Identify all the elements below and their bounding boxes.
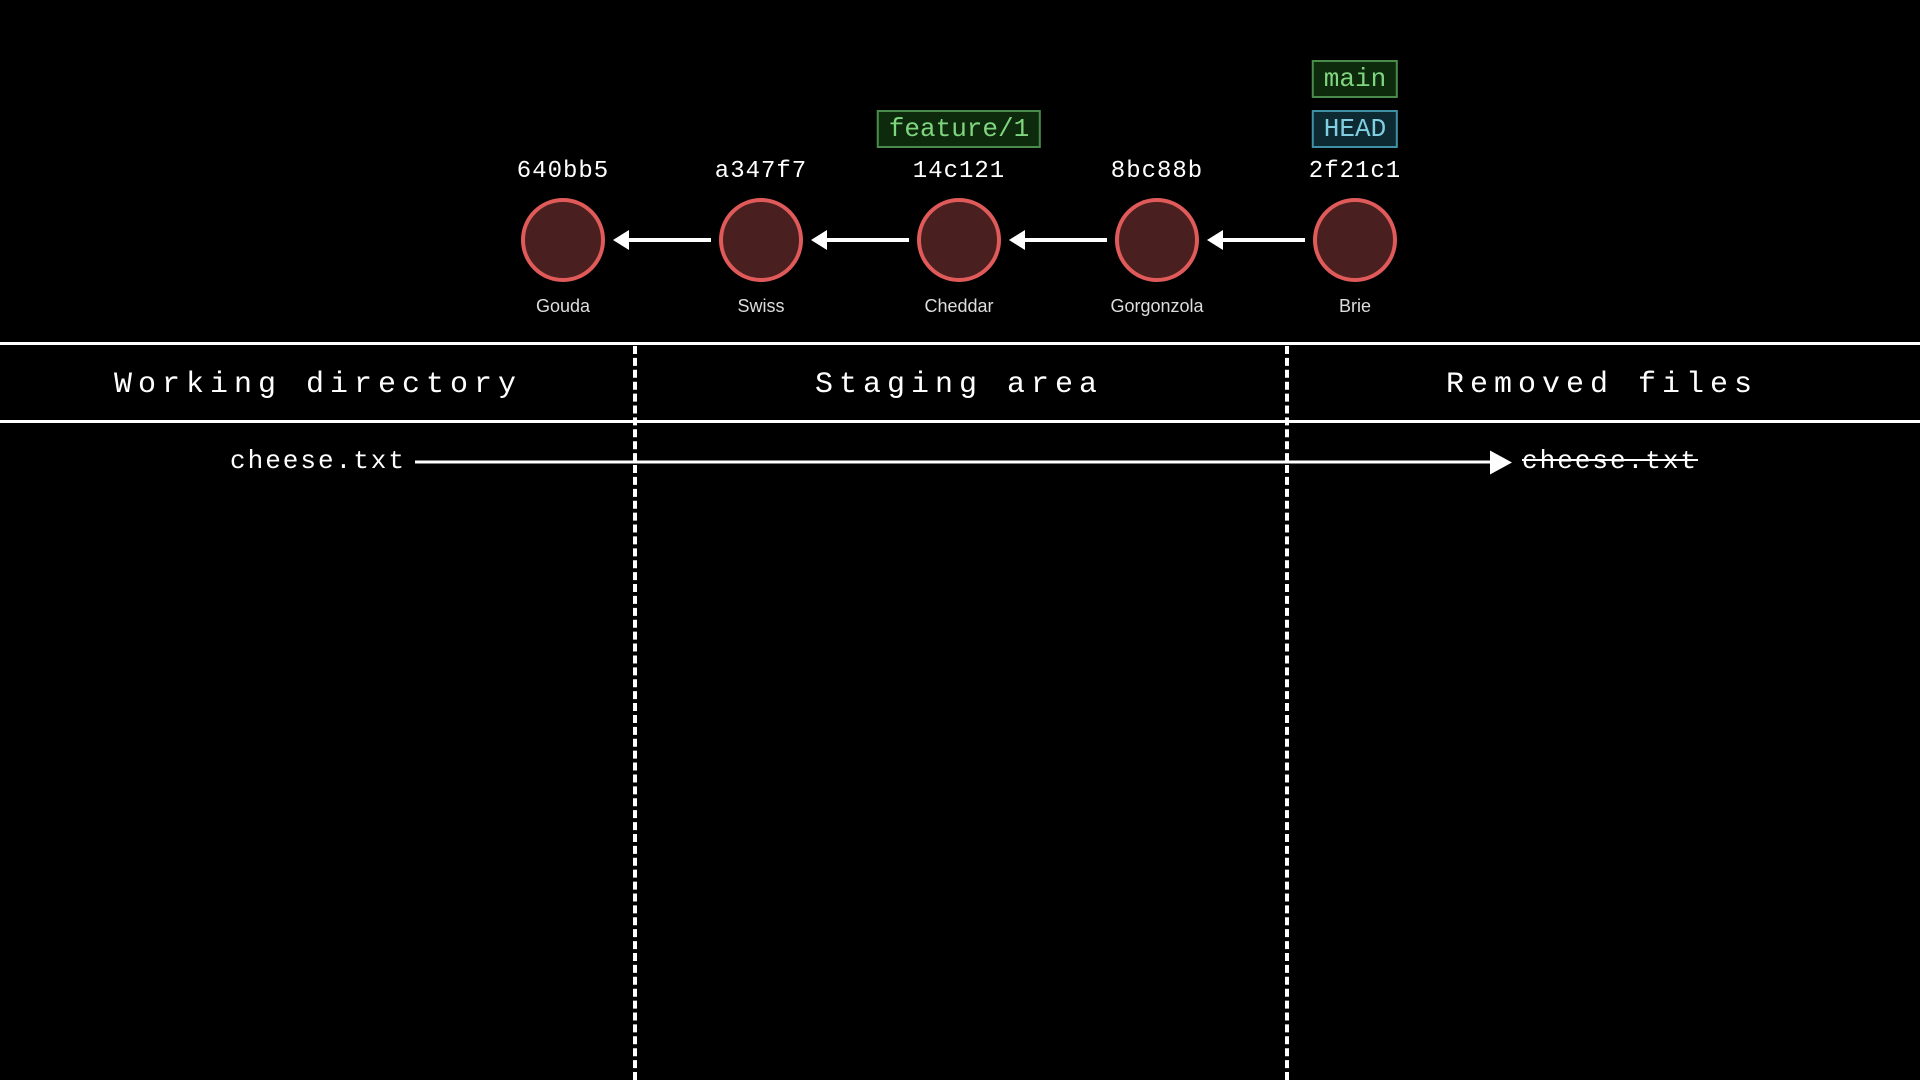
commit-node xyxy=(1313,198,1397,282)
branch-ref-label: feature/1 xyxy=(877,110,1041,148)
branch-ref-label: main xyxy=(1312,60,1398,98)
staging-area-title: Staging area xyxy=(815,368,1103,402)
parent-arrow-icon xyxy=(1221,238,1305,242)
commit-node xyxy=(1115,198,1199,282)
parent-arrow-icon xyxy=(1023,238,1107,242)
vertical-separator xyxy=(633,346,637,1080)
head-ref-label: HEAD xyxy=(1312,110,1398,148)
commit-message: Gouda xyxy=(536,296,590,317)
commit-hash: a347f7 xyxy=(715,158,807,185)
commit-message: Cheddar xyxy=(924,296,993,317)
commit-hash: 2f21c1 xyxy=(1309,158,1401,185)
commit-node xyxy=(719,198,803,282)
commit-hash: 640bb5 xyxy=(517,158,609,185)
commit-node xyxy=(521,198,605,282)
parent-arrow-icon xyxy=(825,238,909,242)
removed-files-title: Removed files xyxy=(1446,368,1758,402)
working-directory-title: Working directory xyxy=(114,368,522,402)
divider-line xyxy=(0,420,1920,423)
commit-node xyxy=(917,198,1001,282)
commit-message: Gorgonzola xyxy=(1110,296,1203,317)
commit-message: Brie xyxy=(1339,296,1371,317)
vertical-separator xyxy=(1285,346,1289,1080)
file-move-arrow-icon xyxy=(415,461,1492,464)
commit-hash: 8bc88b xyxy=(1111,158,1203,185)
commit-hash: 14c121 xyxy=(913,158,1005,185)
parent-arrow-icon xyxy=(627,238,711,242)
divider-line xyxy=(0,342,1920,345)
commit-message: Swiss xyxy=(737,296,784,317)
working-file-label: cheese.txt xyxy=(230,446,406,476)
removed-file-label: cheese.txt xyxy=(1522,446,1698,476)
